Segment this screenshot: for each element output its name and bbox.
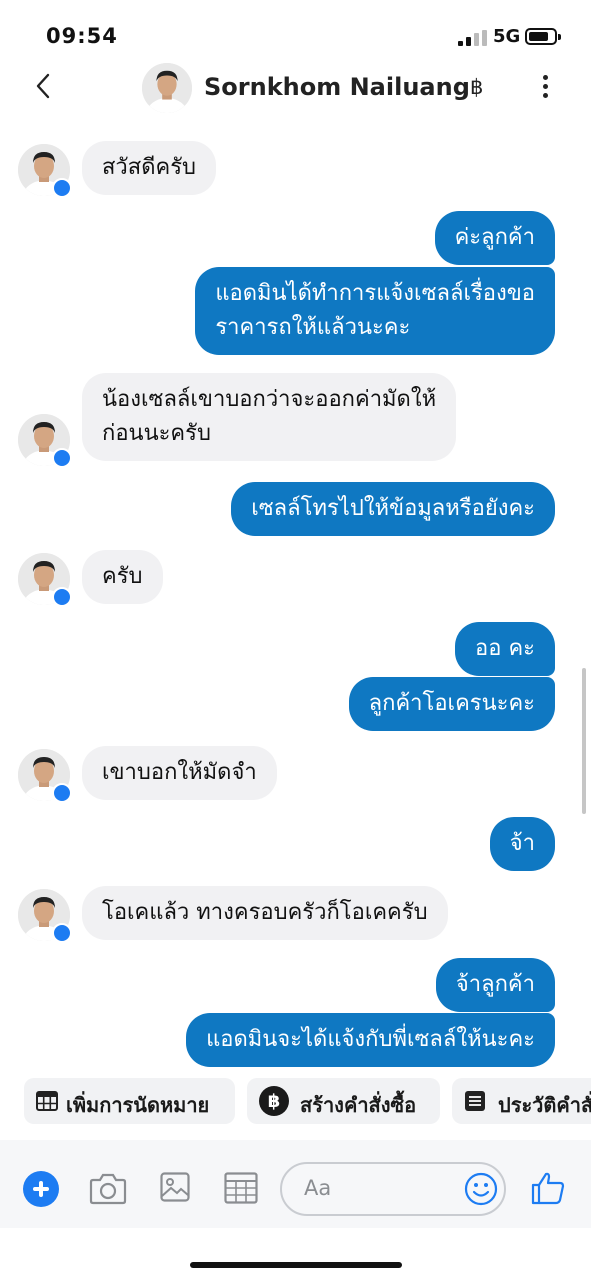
camera-icon[interactable]	[89, 1170, 127, 1206]
chat-header: Sornkhom Nailuang ฿	[0, 55, 591, 119]
sender-avatar[interactable]	[18, 144, 72, 198]
messenger-badge-icon	[52, 783, 72, 803]
messenger-badge-icon	[52, 178, 72, 198]
message-bubble-incoming[interactable]: เขาบอกให้มัดจำ	[82, 746, 277, 800]
messenger-badge-icon	[52, 448, 72, 468]
thumbs-up-icon[interactable]	[530, 1170, 566, 1206]
add-icon[interactable]	[23, 1171, 59, 1207]
message-bubble-incoming[interactable]: สวัสดีครับ	[82, 141, 216, 195]
status-time: 09:54	[46, 24, 118, 48]
calendar-icon[interactable]	[224, 1172, 258, 1204]
messenger-badge-icon	[52, 587, 72, 607]
list-icon	[465, 1091, 485, 1111]
create-order-button[interactable]: ฿ สร้างคำสั่งซื้อ	[247, 1078, 440, 1124]
message-bubble-outgoing[interactable]: ค่ะลูกค้า	[434, 211, 555, 265]
network-type: 5G	[493, 26, 521, 47]
message-bubble-outgoing[interactable]: แอดมินได้ทำการแจ้งเซลล์เรื่องขอ ราคารถให…	[195, 267, 555, 355]
add-appointment-button[interactable]: เพิ่มการนัดหมาย	[24, 1078, 235, 1124]
more-options-icon[interactable]	[534, 75, 558, 99]
emoji-icon[interactable]	[464, 1172, 498, 1206]
message-bubble-outgoing[interactable]: แอดมินจะได้แจ้งกับพี่เซลล์ให้นะคะ	[186, 1013, 555, 1067]
order-history-button[interactable]: ประวัติคำสั่งซื้อ	[452, 1078, 591, 1124]
message-bubble-outgoing[interactable]: ลูกค้าโอเครนะคะ	[348, 677, 555, 731]
signal-strength-icon	[458, 30, 488, 46]
calendar-icon	[36, 1091, 58, 1111]
message-bubble-outgoing[interactable]: ออ คะ	[455, 622, 555, 676]
message-bubble-incoming[interactable]: ครับ	[82, 550, 163, 604]
sender-avatar[interactable]	[18, 553, 72, 607]
sender-avatar[interactable]	[18, 414, 72, 468]
sender-avatar[interactable]	[18, 889, 72, 943]
quick-actions-row: เพิ่มการนัดหมาย ฿ สร้างคำสั่งซื้อ ประวัต…	[0, 1078, 591, 1128]
message-bubble-outgoing[interactable]: จ้า	[489, 817, 555, 871]
message-bubble-incoming[interactable]: โอเคแล้ว ทางครอบครัวก็โอเคครับ	[82, 886, 448, 940]
message-bubble-outgoing[interactable]: เซลล์โทรไปให้ข้อมูลหรือยังคะ	[231, 482, 555, 536]
chevron-left-icon	[36, 73, 50, 99]
message-input-placeholder: Aa	[304, 1176, 332, 1200]
baht-circle-icon: ฿	[259, 1086, 289, 1116]
battery-icon	[525, 28, 561, 45]
baht-icon[interactable]: ฿	[470, 75, 483, 99]
scrollbar[interactable]	[582, 668, 586, 814]
message-composer: Aa	[0, 1140, 591, 1228]
back-button[interactable]	[30, 69, 58, 103]
sender-avatar[interactable]	[18, 749, 72, 803]
message-bubble-outgoing[interactable]: จ้าลูกค้า	[435, 958, 555, 1012]
message-input[interactable]: Aa	[280, 1162, 506, 1216]
message-bubble-incoming[interactable]: น้องเซลล์เขาบอกว่าจะออกค่ามัดให้ ก่อนนะค…	[82, 373, 457, 461]
messenger-badge-icon	[52, 923, 72, 943]
contact-name[interactable]: Sornkhom Nailuang	[204, 73, 470, 101]
home-indicator[interactable]	[190, 1262, 402, 1268]
contact-avatar[interactable]	[142, 63, 192, 113]
svg-text:฿: ฿	[268, 1091, 281, 1112]
image-icon[interactable]	[160, 1172, 190, 1202]
